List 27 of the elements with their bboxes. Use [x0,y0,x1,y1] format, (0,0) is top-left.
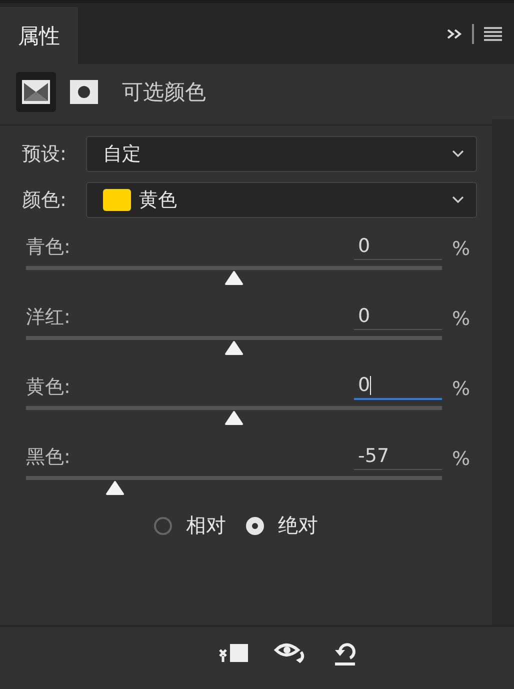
percent-unit: % [452,448,472,470]
reset-icon[interactable] [332,640,358,666]
percent-unit: % [452,308,472,330]
value-field[interactable]: 0 [354,374,442,400]
colors-dropdown[interactable]: 黄色 [86,182,477,218]
value-field[interactable]: 0 [354,305,442,330]
chevron-icon [452,196,464,204]
slider-label: 青色: [26,235,70,260]
colors-label: 颜色: [22,188,68,213]
slider-label: 黑色: [26,445,70,470]
menu-icon[interactable] [484,26,502,40]
preset-label: 预设: [22,142,68,167]
collapse-icon[interactable] [446,28,462,40]
method-radio[interactable]: 绝对 [246,512,318,539]
method-radio[interactable]: 相对 [154,512,226,539]
properties-tab[interactable]: 属性 [0,7,78,64]
percent-unit: % [452,238,472,260]
clip-to-layer-icon[interactable] [218,641,250,665]
chevron-icon [452,150,464,158]
slider-label: 洋红: [26,305,70,330]
preset-dropdown[interactable]: 自定 [86,136,477,172]
percent-unit: % [452,378,472,400]
value-field[interactable]: -57 [354,445,442,470]
adjustment-icon[interactable] [16,72,56,112]
panel-title: 可选颜色 [122,79,206,106]
slider-label: 黄色: [26,375,70,400]
value-field[interactable]: 0 [354,235,442,260]
